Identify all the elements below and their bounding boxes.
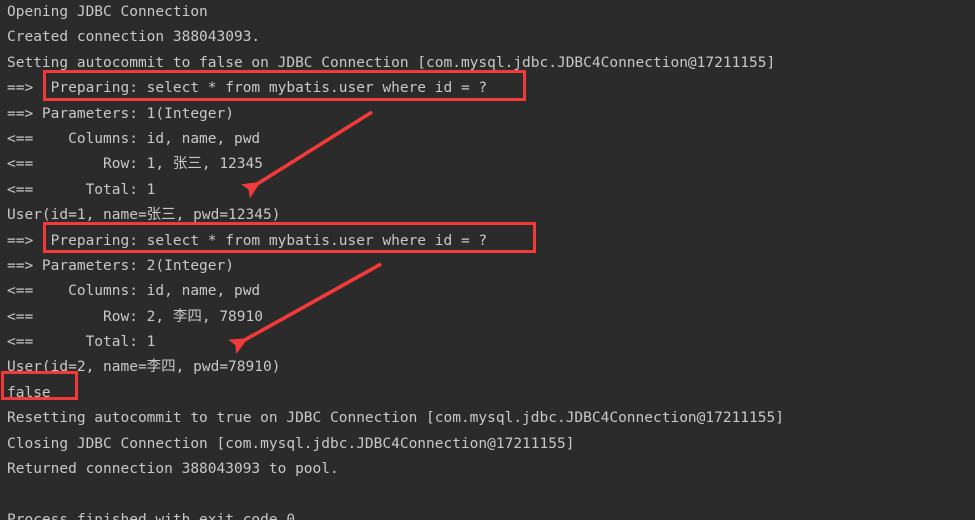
console-line-resetting: Resetting autocommit to true on JDBC Con…	[7, 410, 784, 427]
console-line-user-1: User(id=1, name=张三, pwd=12345)	[7, 207, 281, 224]
console-line-closing: Closing JDBC Connection [com.mysql.jdbc.…	[7, 435, 575, 452]
console-line-process-finished: Process finished with exit code 0	[7, 511, 296, 520]
console-line-false: false	[7, 384, 51, 401]
console-line-total-2: <== Total: 1	[7, 334, 156, 351]
console-line: Created connection 388043093.	[7, 29, 261, 46]
console-line-row-2: <== Row: 2, 李四, 78910	[7, 308, 263, 325]
console-line-total-1: <== Total: 1	[7, 181, 156, 198]
console-line-parameters-2: ==> Parameters: 2(Integer)	[7, 257, 234, 274]
console-line-returned: Returned connection 388043093 to pool.	[7, 461, 339, 478]
console-line-list: Opening JDBC Connection Created connecti…	[0, 0, 975, 520]
run-console-output[interactable]: Opening JDBC Connection Created connecti…	[0, 0, 975, 520]
console-line-columns-2: <== Columns: id, name, pwd	[7, 283, 261, 300]
console-line-preparing-2: ==> Preparing: select * from mybatis.use…	[7, 232, 488, 249]
console-line-preparing-1: ==> Preparing: select * from mybatis.use…	[7, 80, 488, 97]
console-line: Opening JDBC Connection	[7, 4, 208, 20]
console-line-parameters-1: ==> Parameters: 1(Integer)	[7, 105, 234, 122]
console-line-row-1: <== Row: 1, 张三, 12345	[7, 156, 263, 173]
console-line-columns-1: <== Columns: id, name, pwd	[7, 130, 261, 147]
console-line-user-2: User(id=2, name=李四, pwd=78910)	[7, 359, 281, 376]
console-line: Setting autocommit to false on JDBC Conn…	[7, 54, 776, 71]
